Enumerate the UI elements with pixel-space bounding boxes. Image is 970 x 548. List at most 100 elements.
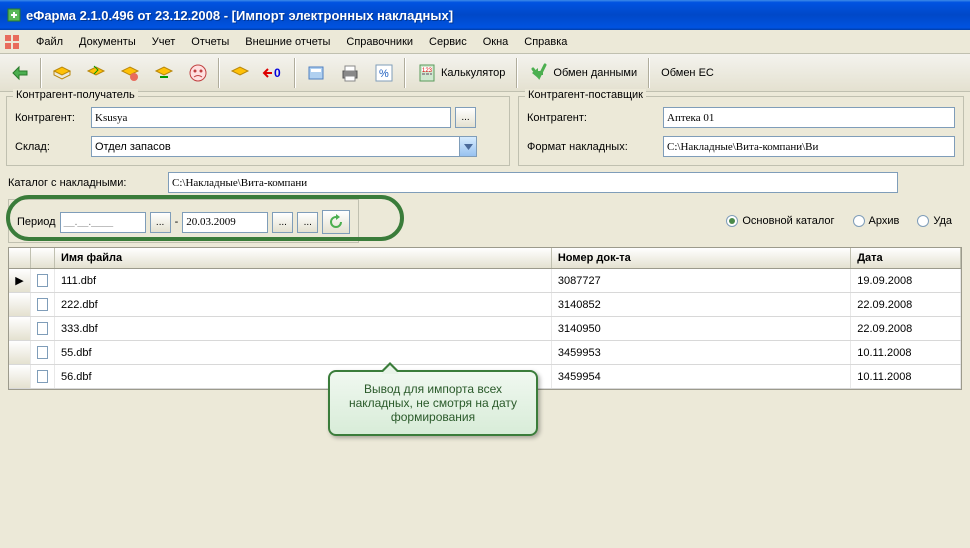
cell-doc: 3140852 xyxy=(552,293,851,316)
toolbar-separator xyxy=(648,58,650,88)
cell-doc: 3459954 xyxy=(552,365,851,388)
grid-header-doc[interactable]: Номер док-та xyxy=(552,248,851,268)
row-checkbox[interactable] xyxy=(31,293,55,316)
row-checkbox[interactable] xyxy=(31,341,55,364)
menu-help[interactable]: Справка xyxy=(516,31,575,53)
toolbar-calculator-label: Калькулятор xyxy=(441,67,505,79)
toolbar-btn-7[interactable] xyxy=(224,57,256,89)
toolbar-btn-8[interactable]: 0 xyxy=(258,57,290,89)
period-from-input[interactable]: __.__.____ xyxy=(60,212,146,233)
invoice-grid: Имя файла Номер док-та Дата ▶111.dbf3087… xyxy=(8,247,962,390)
period-to-browse[interactable]: ... xyxy=(272,212,293,233)
grid-header-check[interactable] xyxy=(31,248,55,268)
menu-bar: Файл Документы Учет Отчеты Внешние отчет… xyxy=(0,30,970,54)
row-indicator xyxy=(9,317,31,340)
toolbar-btn-1[interactable] xyxy=(4,57,36,89)
toolbar-separator xyxy=(516,58,518,88)
cell-date: 10.11.2008 xyxy=(851,341,961,364)
toolbar-btn-percent[interactable]: % xyxy=(368,57,400,89)
catalog-label: Каталог с накладными: xyxy=(8,177,158,189)
cell-date: 22.09.2008 xyxy=(851,317,961,340)
supplier-contractor-input[interactable]: Аптека 01 xyxy=(663,107,955,128)
toolbar-separator xyxy=(294,58,296,88)
period-to-input[interactable]: 20.03.2009 xyxy=(182,212,268,233)
svg-text:%: % xyxy=(379,68,389,80)
toolbar-exchange-ec[interactable]: Обмен ЕС xyxy=(654,57,721,89)
cell-date: 22.09.2008 xyxy=(851,293,961,316)
period-group: Период __.__.____ ... - 20.03.2009 ... .… xyxy=(8,199,359,243)
supplier-legend: Контрагент-поставщик xyxy=(525,89,646,101)
menu-file[interactable]: Файл xyxy=(28,31,71,53)
grid-corner[interactable] xyxy=(9,248,31,268)
supplier-contractor-label: Контрагент: xyxy=(527,112,659,124)
recipient-warehouse-combo[interactable]: Отдел запасов xyxy=(91,136,477,157)
period-legend: Период xyxy=(17,216,56,228)
cell-file: 333.dbf xyxy=(55,317,552,340)
supplier-format-label: Формат накладных: xyxy=(527,141,659,153)
menu-documents[interactable]: Документы xyxy=(71,31,144,53)
recipient-group: Контрагент-получатель Контрагент: Ksusya… xyxy=(6,96,510,166)
menu-service[interactable]: Сервис xyxy=(421,31,475,53)
period-from-browse[interactable]: ... xyxy=(150,212,171,233)
toolbar-btn-4[interactable] xyxy=(114,57,146,89)
recipient-contractor-label: Контрагент: xyxy=(15,112,87,124)
row-checkbox[interactable] xyxy=(31,269,55,292)
app-icon xyxy=(6,7,22,23)
toolbar-separator xyxy=(404,58,406,88)
menu-reports[interactable]: Отчеты xyxy=(183,31,237,53)
menu-accounting[interactable]: Учет xyxy=(144,31,184,53)
cell-file: 111.dbf xyxy=(55,269,552,292)
supplier-group: Контрагент-поставщик Контрагент: Аптека … xyxy=(518,96,964,166)
chevron-down-icon[interactable] xyxy=(459,137,476,156)
toolbar-btn-printer[interactable] xyxy=(334,57,366,89)
radio-main-catalog[interactable]: Основной каталог xyxy=(726,215,834,227)
radio-archive[interactable]: Архив xyxy=(853,215,900,227)
row-checkbox[interactable] xyxy=(31,365,55,388)
title-bar: еФарма 2.1.0.496 от 23.12.2008 - [Импорт… xyxy=(0,0,970,30)
grid-header-date[interactable]: Дата xyxy=(851,248,961,268)
refresh-button[interactable] xyxy=(322,210,350,234)
period-extra-browse[interactable]: ... xyxy=(297,212,318,233)
table-row[interactable]: 55.dbf345995310.11.2008 xyxy=(9,341,961,365)
row-checkbox[interactable] xyxy=(31,317,55,340)
recipient-contractor-input[interactable]: Ksusya xyxy=(91,107,451,128)
table-row[interactable]: ▶111.dbf308772719.09.2008 xyxy=(9,269,961,293)
toolbar-btn-9[interactable] xyxy=(300,57,332,89)
toolbar-btn-6[interactable] xyxy=(182,57,214,89)
table-row[interactable]: 333.dbf314095022.09.2008 xyxy=(9,317,961,341)
window-title: еФарма 2.1.0.496 от 23.12.2008 - [Импорт… xyxy=(26,8,453,23)
toolbar-separator xyxy=(40,58,42,88)
recipient-warehouse-label: Склад: xyxy=(15,141,87,153)
toolbar-exchange[interactable]: Обмен данными xyxy=(522,57,644,89)
grid-header-file[interactable]: Имя файла xyxy=(55,248,552,268)
svg-text:0: 0 xyxy=(274,66,281,80)
row-indicator xyxy=(9,365,31,388)
toolbar-btn-2[interactable] xyxy=(46,57,78,89)
radio-delete[interactable]: Уда xyxy=(917,215,952,227)
cell-doc: 3140950 xyxy=(552,317,851,340)
toolbar-separator xyxy=(218,58,220,88)
toolbar-btn-3[interactable] xyxy=(80,57,112,89)
cell-doc: 3459953 xyxy=(552,341,851,364)
mdi-icon[interactable] xyxy=(4,34,20,50)
row-indicator: ▶ xyxy=(9,269,31,292)
menu-windows[interactable]: Окна xyxy=(475,31,517,53)
toolbar-calculator[interactable]: 123 Калькулятор xyxy=(410,57,512,89)
row-indicator xyxy=(9,341,31,364)
cell-date: 19.09.2008 xyxy=(851,269,961,292)
toolbar: 0 % 123 Калькулятор Обмен данными Обмен … xyxy=(0,54,970,92)
supplier-format-input[interactable]: C:\Накладные\Вита-компани\Ви xyxy=(663,136,955,157)
cell-file: 55.dbf xyxy=(55,341,552,364)
cell-date: 10.11.2008 xyxy=(851,365,961,388)
toolbar-btn-5[interactable] xyxy=(148,57,180,89)
row-indicator xyxy=(9,293,31,316)
menu-external-reports[interactable]: Внешние отчеты xyxy=(237,31,338,53)
catalog-input[interactable]: C:\Накладные\Вита-компани xyxy=(168,172,898,193)
recipient-legend: Контрагент-получатель xyxy=(13,89,138,101)
menu-directories[interactable]: Справочники xyxy=(338,31,421,53)
cell-file: 222.dbf xyxy=(55,293,552,316)
help-callout: Вывод для импорта всех накладных, не смо… xyxy=(328,370,538,436)
toolbar-exchange-ec-label: Обмен ЕС xyxy=(661,67,714,79)
table-row[interactable]: 222.dbf314085222.09.2008 xyxy=(9,293,961,317)
recipient-contractor-browse[interactable]: ... xyxy=(455,107,476,128)
